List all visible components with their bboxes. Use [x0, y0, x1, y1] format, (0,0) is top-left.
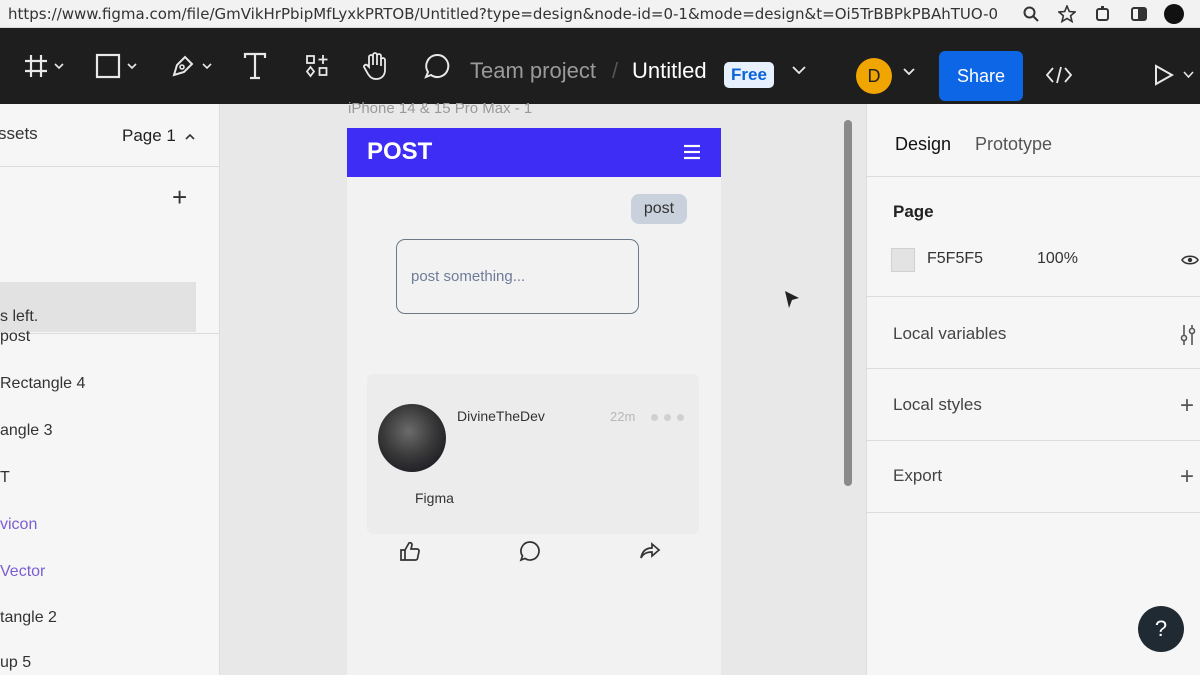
- comment-bubble-icon[interactable]: [519, 540, 541, 562]
- browser-url-bar: https://www.figma.com/file/GmVikHrPbipMf…: [0, 0, 1200, 28]
- comment-icon: [424, 53, 450, 79]
- rectangle-icon: [95, 53, 121, 79]
- frame-icon: [25, 55, 47, 77]
- browser-icons: [1020, 3, 1184, 25]
- menu-hamburger-icon[interactable]: [683, 144, 701, 160]
- post-input[interactable]: [396, 239, 639, 314]
- layer-item[interactable]: Vector: [0, 563, 45, 581]
- figma-toolbar: Team project / Untitled Free D Share: [0, 28, 1200, 104]
- pen-tool[interactable]: [170, 48, 212, 84]
- more-options-icon[interactable]: [651, 414, 684, 421]
- page-section-heading: Page: [893, 202, 934, 221]
- page-color-swatch[interactable]: [891, 248, 915, 272]
- sidebar-icon[interactable]: [1128, 3, 1150, 25]
- components-icon: [305, 55, 328, 78]
- tab-design[interactable]: Design: [895, 134, 951, 155]
- breadcrumb-separator: /: [612, 58, 619, 83]
- chevron-down-icon[interactable]: [903, 68, 915, 75]
- text-icon: [243, 52, 267, 80]
- post-text: Figma: [415, 490, 454, 506]
- frame-tool[interactable]: [24, 48, 64, 84]
- mouse-cursor-icon: [785, 291, 799, 308]
- add-export-plus-icon[interactable]: +: [1180, 465, 1194, 489]
- page-selector[interactable]: Page 1: [122, 126, 195, 146]
- present-play-icon[interactable]: [1154, 64, 1174, 86]
- chevron-down-icon: [202, 63, 212, 69]
- pen-icon: [172, 55, 194, 77]
- team-project-link[interactable]: Team project: [470, 58, 596, 84]
- divider: [867, 512, 1200, 513]
- divider: [867, 296, 1200, 297]
- share-arrow-icon[interactable]: [639, 540, 661, 562]
- visibility-eye-icon[interactable]: [1181, 254, 1199, 266]
- local-styles-section[interactable]: Local styles: [893, 395, 982, 415]
- layer-item[interactable]: angle 3: [0, 422, 53, 440]
- phone-frame[interactable]: POST post DivineTheDev 22m Figma: [347, 128, 721, 675]
- chevron-up-icon: [185, 133, 195, 140]
- layer-item[interactable]: vicon: [0, 516, 37, 534]
- layer-item[interactable]: tangle 2: [0, 609, 57, 627]
- text-tool[interactable]: [243, 48, 267, 84]
- export-section[interactable]: Export: [893, 466, 942, 486]
- browser-profile-icon[interactable]: [1164, 4, 1184, 24]
- chevron-down-icon[interactable]: [1183, 71, 1194, 78]
- page-opacity-value[interactable]: 100%: [1037, 250, 1078, 268]
- dev-mode-icon[interactable]: [1046, 66, 1072, 84]
- file-title[interactable]: Untitled: [632, 58, 707, 84]
- chevron-down-icon: [127, 63, 137, 69]
- post-button[interactable]: post: [631, 194, 687, 224]
- divider: [0, 166, 220, 167]
- frame-label[interactable]: iPhone 14 & 15 Pro Max - 1: [348, 100, 532, 117]
- chevron-down-icon[interactable]: [792, 66, 806, 74]
- user-avatar[interactable]: D: [856, 58, 892, 94]
- hand-tool[interactable]: [362, 48, 390, 84]
- layer-item[interactable]: T: [0, 469, 10, 487]
- hand-icon: [363, 52, 386, 80]
- status-text: s left.: [0, 308, 39, 325]
- properties-panel: Design Prototype Page F5F5F5 100% Local …: [866, 104, 1200, 675]
- post-card[interactable]: DivineTheDev 22m Figma: [367, 374, 699, 534]
- assets-tab[interactable]: ssets: [0, 124, 38, 144]
- layer-item[interactable]: Rectangle 4: [0, 375, 85, 393]
- local-variables-section[interactable]: Local variables: [893, 324, 1006, 344]
- chevron-down-icon: [54, 63, 64, 69]
- layer-item[interactable]: post: [0, 328, 30, 346]
- components-tool[interactable]: [305, 48, 329, 84]
- rectangle-tool[interactable]: [95, 48, 137, 84]
- tab-prototype[interactable]: Prototype: [975, 134, 1052, 155]
- plan-badge[interactable]: Free: [724, 62, 774, 88]
- url-text[interactable]: https://www.figma.com/file/GmVikHrPbipMf…: [8, 5, 998, 23]
- design-canvas[interactable]: iPhone 14 & 15 Pro Max - 1 POST post Div…: [221, 100, 865, 675]
- divider: [867, 176, 1200, 177]
- author-avatar[interactable]: [378, 404, 446, 472]
- app-header[interactable]: POST: [347, 128, 721, 177]
- share-button[interactable]: Share: [939, 51, 1023, 101]
- divider: [0, 333, 220, 334]
- add-page-button[interactable]: +: [172, 184, 187, 210]
- layers-panel: ssets Page 1 + s left. post Rectangle 4 …: [0, 104, 220, 675]
- post-author[interactable]: DivineTheDev: [457, 408, 545, 424]
- page-color-value[interactable]: F5F5F5: [927, 250, 983, 268]
- divider: [867, 368, 1200, 369]
- page-selector-label: Page 1: [122, 126, 176, 145]
- layer-item[interactable]: up 5: [0, 654, 31, 672]
- post-timestamp: 22m: [610, 409, 636, 424]
- add-style-plus-icon[interactable]: +: [1180, 394, 1194, 418]
- canvas-scrollbar[interactable]: [844, 120, 852, 486]
- help-button[interactable]: ?: [1138, 606, 1184, 652]
- app-title: POST: [367, 138, 433, 165]
- bookmark-star-icon[interactable]: [1056, 3, 1078, 25]
- variables-adjust-icon[interactable]: [1179, 324, 1197, 346]
- like-thumbs-up-icon[interactable]: [399, 540, 421, 562]
- extensions-icon[interactable]: [1092, 3, 1114, 25]
- divider: [867, 440, 1200, 441]
- comment-tool[interactable]: [423, 48, 451, 84]
- zoom-icon[interactable]: [1020, 3, 1042, 25]
